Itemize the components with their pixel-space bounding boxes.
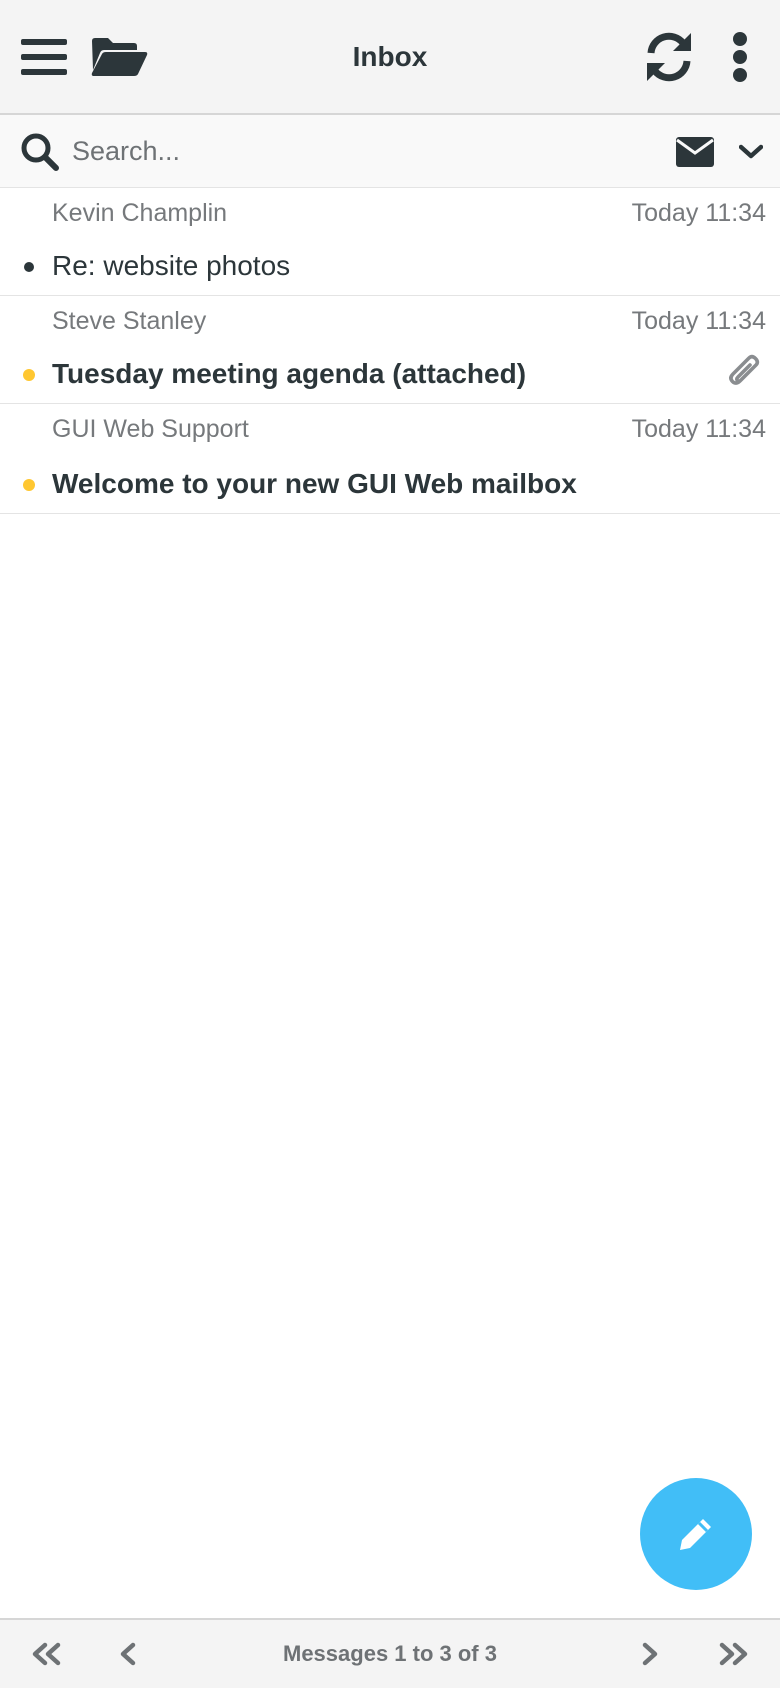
refresh-icon bbox=[647, 32, 691, 82]
message-row[interactable]: Steve Stanley Today 11:34 Tuesday meetin… bbox=[0, 296, 780, 404]
message-sender: Steve Stanley bbox=[52, 307, 207, 335]
last-page-icon bbox=[719, 1642, 748, 1666]
first-page-button[interactable] bbox=[26, 1634, 66, 1674]
message-date: Today 11:34 bbox=[631, 199, 766, 227]
pagination-status: Messages 1 to 3 of 3 bbox=[283, 1641, 497, 1666]
search-bar bbox=[0, 115, 780, 188]
search-icon bbox=[21, 133, 59, 171]
mail-app: Inbox Search... Kevin Champlin Today 11:… bbox=[0, 0, 780, 1688]
message-row[interactable]: Kevin Champlin Today 11:34 Re: website p… bbox=[0, 188, 780, 296]
message-subject: Tuesday meeting agenda (attached) bbox=[52, 358, 527, 389]
more-vertical-icon bbox=[733, 32, 747, 82]
message-subject: Re: website photos bbox=[52, 250, 291, 281]
page-title: Inbox bbox=[352, 41, 428, 72]
compose-button[interactable] bbox=[640, 1478, 752, 1590]
read-status-dot bbox=[24, 262, 34, 272]
last-page-button[interactable] bbox=[714, 1634, 754, 1674]
search-options-button[interactable] bbox=[736, 133, 766, 171]
search-input[interactable] bbox=[72, 127, 632, 175]
message-subject: Welcome to your new GUI Web mailbox bbox=[52, 468, 577, 499]
unread-status-dot bbox=[23, 369, 35, 381]
message-sender: Kevin Champlin bbox=[52, 199, 228, 227]
unread-status-dot bbox=[23, 479, 35, 491]
message-sender: GUI Web Support bbox=[52, 415, 249, 443]
message-list: Kevin Champlin Today 11:34 Re: website p… bbox=[0, 188, 780, 514]
header-toolbar: Inbox bbox=[0, 0, 780, 115]
message-date: Today 11:34 bbox=[631, 307, 766, 335]
paperclip-icon bbox=[729, 354, 760, 385]
envelope-icon bbox=[676, 137, 714, 167]
folder-open-icon bbox=[91, 38, 148, 76]
message-date: Today 11:34 bbox=[631, 415, 766, 443]
pagination-bar: Messages 1 to 3 of 3 bbox=[0, 1618, 780, 1688]
first-page-icon bbox=[32, 1642, 61, 1666]
folders-button[interactable] bbox=[86, 26, 152, 88]
refresh-button[interactable] bbox=[636, 24, 702, 90]
search-scope-button[interactable] bbox=[674, 133, 716, 171]
message-row[interactable]: GUI Web Support Today 11:34 Welcome to y… bbox=[0, 404, 780, 514]
pencil-icon bbox=[680, 1519, 711, 1550]
next-page-icon bbox=[642, 1642, 658, 1666]
more-options-button[interactable] bbox=[718, 24, 762, 90]
menu-button[interactable] bbox=[14, 26, 74, 88]
previous-page-button[interactable] bbox=[114, 1634, 142, 1674]
chevron-down-icon bbox=[739, 144, 763, 159]
next-page-button[interactable] bbox=[636, 1634, 664, 1674]
menu-icon bbox=[21, 39, 67, 75]
previous-page-icon bbox=[120, 1642, 136, 1666]
